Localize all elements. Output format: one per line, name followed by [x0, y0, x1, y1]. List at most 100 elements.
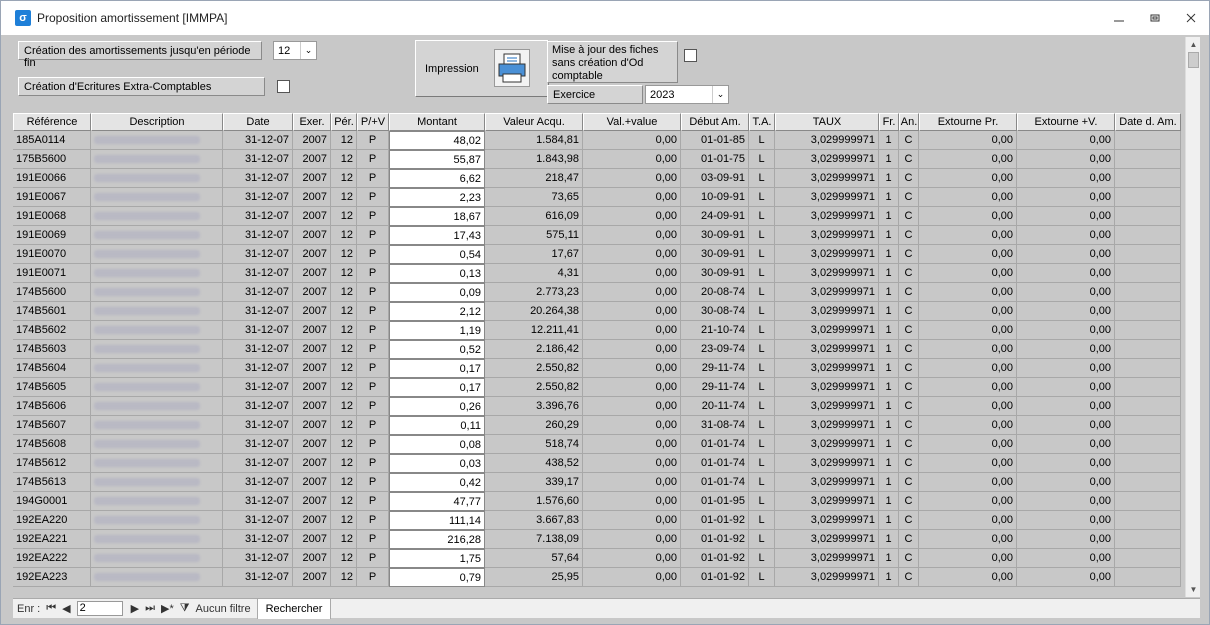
cell-valplus: 0,00: [583, 530, 681, 549]
redacted-description: [91, 226, 223, 245]
table-row[interactable]: 175B5600 31-12-07 2007 12 P 55,87 1.843,98 0,00…: [13, 150, 1183, 169]
column-header[interactable]: An.: [899, 113, 919, 131]
cell-montant[interactable]: 2,23: [389, 188, 485, 207]
table-row[interactable]: 191E0068 31-12-07 2007 12 P 18,67 616,09 0,00 24…: [13, 207, 1183, 226]
table-row[interactable]: 192EA220 31-12-07 2007 12 P 111,14 3.667,83 0,0…: [13, 511, 1183, 530]
last-record-icon[interactable]: ⏭: [145, 602, 155, 615]
cell-montant[interactable]: 0,11: [389, 416, 485, 435]
cell-montant[interactable]: 0,17: [389, 378, 485, 397]
minimize-button[interactable]: [1101, 1, 1137, 35]
chevron-down-icon[interactable]: ⌄: [300, 42, 316, 59]
table-row[interactable]: 191E0069 31-12-07 2007 12 P 17,43 575,11 0,00 30…: [13, 226, 1183, 245]
column-header[interactable]: Date d. Am.: [1115, 113, 1181, 131]
cell-debut: 01-01-74: [681, 454, 749, 473]
table-row[interactable]: 174B5603 31-12-07 2007 12 P 0,52 2.186,42 0,00 2…: [13, 340, 1183, 359]
cell-montant[interactable]: 0,03: [389, 454, 485, 473]
table-row[interactable]: 185A0114 31-12-07 2007 12 P 48,02 1.584,81 0,00…: [13, 131, 1183, 150]
cell-montant[interactable]: 47,77: [389, 492, 485, 511]
cell-montant[interactable]: 0,26: [389, 397, 485, 416]
cell-montant[interactable]: 17,43: [389, 226, 485, 245]
periode-select[interactable]: 12 ⌄: [273, 41, 317, 60]
table-row[interactable]: 174B5601 31-12-07 2007 12 P 2,12 20.264,38 0,00…: [13, 302, 1183, 321]
table-row[interactable]: 174B5606 31-12-07 2007 12 P 0,26 3.396,76 0,00 2…: [13, 397, 1183, 416]
exercice-select[interactable]: 2023 ⌄: [645, 85, 729, 104]
maj-fiches-checkbox[interactable]: [684, 49, 697, 62]
vertical-scrollbar[interactable]: ▲ ▼: [1185, 37, 1200, 597]
table-row[interactable]: 174B5602 31-12-07 2007 12 P 1,19 12.211,41 0,00…: [13, 321, 1183, 340]
cell-valplus: 0,00: [583, 416, 681, 435]
restore-button[interactable]: [1137, 1, 1173, 35]
table-row[interactable]: 174B5608 31-12-07 2007 12 P 0,08 518,74 0,00 01-…: [13, 435, 1183, 454]
column-header[interactable]: Extourne +V.: [1017, 113, 1115, 131]
cell-montant[interactable]: 0,13: [389, 264, 485, 283]
column-header[interactable]: Date: [223, 113, 293, 131]
cell-montant[interactable]: 216,28: [389, 530, 485, 549]
table-row[interactable]: 174B5607 31-12-07 2007 12 P 0,11 260,29 0,00 31-…: [13, 416, 1183, 435]
table-row[interactable]: 191E0067 31-12-07 2007 12 P 2,23 73,65 0,00 10-0…: [13, 188, 1183, 207]
cell-montant[interactable]: 6,62: [389, 169, 485, 188]
cell-montant[interactable]: 18,67: [389, 207, 485, 226]
cell-date: 31-12-07: [223, 416, 293, 435]
extra-comptables-checkbox[interactable]: [277, 80, 290, 93]
table-row[interactable]: 192EA222 31-12-07 2007 12 P 1,75 57,64 0,00 01-0…: [13, 549, 1183, 568]
table-row[interactable]: 174B5613 31-12-07 2007 12 P 0,42 339,17 0,00 01-…: [13, 473, 1183, 492]
column-header[interactable]: Description: [91, 113, 223, 131]
print-button[interactable]: [494, 49, 530, 87]
table-row[interactable]: 191E0071 31-12-07 2007 12 P 0,13 4,31 0,00 30-09…: [13, 264, 1183, 283]
column-header[interactable]: Référence: [13, 113, 91, 131]
first-record-icon[interactable]: ⏮: [46, 602, 56, 615]
column-header[interactable]: Fr.: [879, 113, 899, 131]
cell-montant[interactable]: 0,08: [389, 435, 485, 454]
redacted-description: [91, 207, 223, 226]
cell-montant[interactable]: 48,02: [389, 131, 485, 150]
filter-status[interactable]: Aucun filtre: [196, 603, 251, 615]
column-header[interactable]: Valeur Acqu.: [485, 113, 583, 131]
table-row[interactable]: 174B5612 31-12-07 2007 12 P 0,03 438,52 0,00 01-…: [13, 454, 1183, 473]
cell-montant[interactable]: 0,09: [389, 283, 485, 302]
table-row[interactable]: 192EA223 31-12-07 2007 12 P 0,79 25,95 0,00 01-0…: [13, 568, 1183, 587]
new-record-icon[interactable]: ▶*: [161, 602, 174, 615]
column-header[interactable]: TAUX: [775, 113, 879, 131]
column-header[interactable]: Pér.: [331, 113, 357, 131]
scroll-up-icon[interactable]: ▲: [1186, 37, 1201, 52]
cell-montant[interactable]: 111,14: [389, 511, 485, 530]
cell-montant[interactable]: 2,12: [389, 302, 485, 321]
cell-montant[interactable]: 1,75: [389, 549, 485, 568]
prev-record-icon[interactable]: ◀: [62, 602, 70, 615]
column-header[interactable]: Extourne Pr.: [919, 113, 1017, 131]
column-header[interactable]: Exer.: [293, 113, 331, 131]
cell-extv: 0,00: [1017, 302, 1115, 321]
cell-montant[interactable]: 0,52: [389, 340, 485, 359]
close-button[interactable]: [1173, 1, 1209, 35]
cell-extv: 0,00: [1017, 340, 1115, 359]
cell-exer: 2007: [293, 131, 331, 150]
cell-montant[interactable]: 0,17: [389, 359, 485, 378]
table-row[interactable]: 191E0066 31-12-07 2007 12 P 6,62 218,47 0,00 03-…: [13, 169, 1183, 188]
cell-montant[interactable]: 55,87: [389, 150, 485, 169]
cell-extpr: 0,00: [919, 283, 1017, 302]
cell-montant[interactable]: 0,54: [389, 245, 485, 264]
cell-montant[interactable]: 0,79: [389, 568, 485, 587]
scroll-thumb[interactable]: [1188, 52, 1199, 68]
table-row[interactable]: 191E0070 31-12-07 2007 12 P 0,54 17,67 0,00 30-0…: [13, 245, 1183, 264]
cell-taux: 3,029999971: [775, 359, 879, 378]
table-row[interactable]: 174B5604 31-12-07 2007 12 P 0,17 2.550,82 0,00 2…: [13, 359, 1183, 378]
column-header[interactable]: T.A.: [749, 113, 775, 131]
cell-montant[interactable]: 0,42: [389, 473, 485, 492]
column-header[interactable]: Val.+value: [583, 113, 681, 131]
search-button[interactable]: Rechercher: [256, 598, 332, 619]
record-input[interactable]: 2: [76, 601, 123, 616]
cell-fr: 1: [879, 530, 899, 549]
column-header[interactable]: Début Am.: [681, 113, 749, 131]
chevron-down-icon[interactable]: ⌄: [712, 86, 728, 103]
column-header[interactable]: Montant: [389, 113, 485, 131]
table-row[interactable]: 174B5605 31-12-07 2007 12 P 0,17 2.550,82 0,00 2…: [13, 378, 1183, 397]
scroll-down-icon[interactable]: ▼: [1186, 582, 1201, 597]
next-record-icon[interactable]: ▶: [131, 602, 139, 615]
periode-value: 12: [278, 44, 291, 57]
table-row[interactable]: 192EA221 31-12-07 2007 12 P 216,28 7.138,09 0,0…: [13, 530, 1183, 549]
table-row[interactable]: 194G0001 31-12-07 2007 12 P 47,77 1.576,60 0,00…: [13, 492, 1183, 511]
table-row[interactable]: 174B5600 31-12-07 2007 12 P 0,09 2.773,23 0,00 2…: [13, 283, 1183, 302]
cell-montant[interactable]: 1,19: [389, 321, 485, 340]
column-header[interactable]: P/+V: [357, 113, 389, 131]
